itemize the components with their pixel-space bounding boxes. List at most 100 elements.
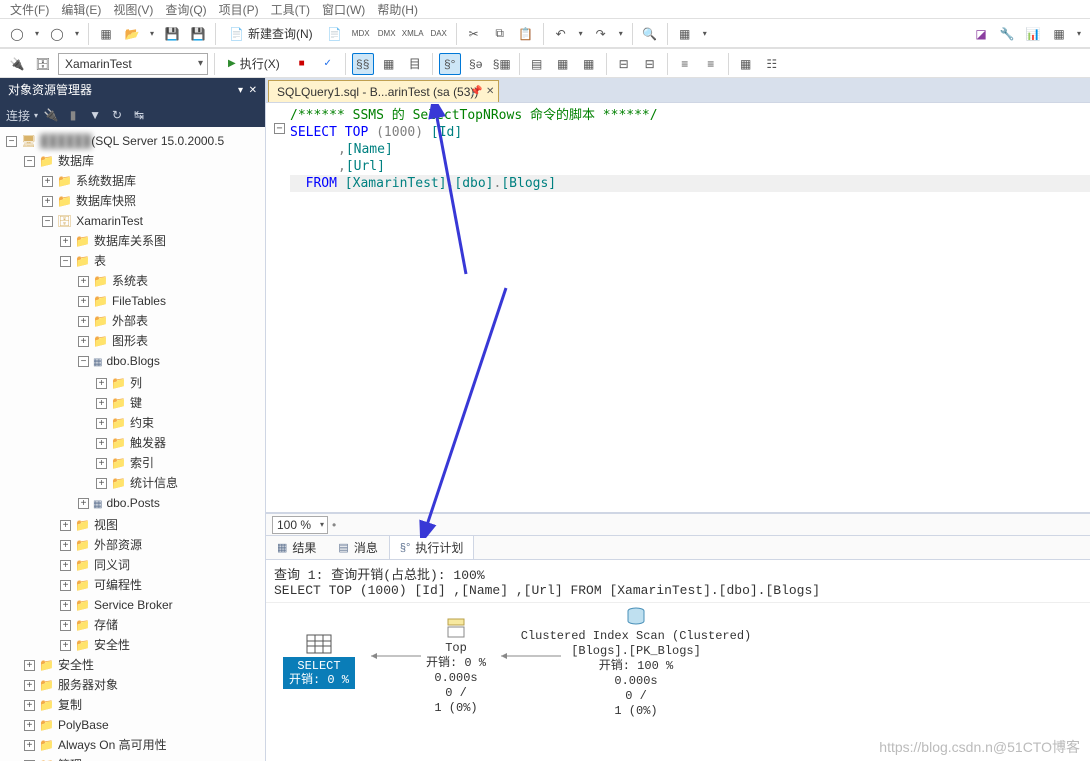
display-estimated-plan-button[interactable]: §§ <box>352 53 374 75</box>
plan-node-scan[interactable]: Clustered Index Scan (Clustered) [Blogs]… <box>506 605 766 719</box>
tree-stats[interactable]: 统计信息 <box>130 476 178 490</box>
parse-button[interactable]: ✓ <box>317 53 339 75</box>
connect-button[interactable]: 连接 <box>6 107 30 124</box>
dax-button[interactable]: DAX <box>428 23 450 45</box>
expander[interactable]: + <box>42 196 53 207</box>
expander[interactable]: + <box>78 336 89 347</box>
expander[interactable]: + <box>24 720 35 731</box>
tree-alwayson[interactable]: Always On 高可用性 <box>58 738 167 752</box>
tree-replication[interactable]: 复制 <box>58 698 82 712</box>
expander[interactable]: + <box>78 316 89 327</box>
expander[interactable]: + <box>24 680 35 691</box>
save-all-button[interactable]: 💾 <box>187 23 209 45</box>
server-label[interactable]: (SQL Server 15.0.2000.5 <box>91 134 224 148</box>
expander[interactable]: + <box>96 458 107 469</box>
undo-button[interactable]: ↶ <box>550 23 572 45</box>
database-combo[interactable]: XamarinTest <box>58 53 208 75</box>
expander[interactable]: + <box>24 700 35 711</box>
panel-menu-icon[interactable]: ▾ ✕ <box>238 78 257 103</box>
new-query-button[interactable]: 📄 新建查询(N) <box>222 23 320 45</box>
expander[interactable]: + <box>60 640 71 651</box>
menu-project[interactable]: 项目(P) <box>219 1 259 18</box>
include-live-stats-button[interactable]: §ə <box>465 53 487 75</box>
plan-node-top[interactable]: Top 开销: 0 % 0.000s 0 / 1 (0%) <box>416 617 496 716</box>
settings-button[interactable]: 🔧 <box>996 23 1018 45</box>
tab-messages[interactable]: ▤消息 <box>327 535 388 559</box>
menu-edit[interactable]: 编辑(E) <box>61 1 101 18</box>
tree-triggers[interactable]: 触发器 <box>130 436 166 450</box>
plan-node-select[interactable]: SELECT 开销: 0 % <box>274 633 364 689</box>
tree-external[interactable]: 外部表 <box>112 314 148 328</box>
change-connection-button[interactable]: 🔌 <box>6 53 28 75</box>
paste-button[interactable]: 📋 <box>515 23 537 45</box>
tree-databases[interactable]: 数据库 <box>58 154 94 168</box>
tree-constraints[interactable]: 约束 <box>130 416 154 430</box>
tab-results[interactable]: ▦结果 <box>266 535 327 559</box>
include-client-stats-button[interactable]: §▦ <box>491 53 513 75</box>
xmla-button[interactable]: XMLA <box>402 23 424 45</box>
expander[interactable]: − <box>78 356 89 367</box>
sql-editor[interactable]: − /****** SSMS 的 SelectTopNRows 命令的脚本 **… <box>266 103 1090 513</box>
split-icon[interactable]: • <box>332 518 336 532</box>
uncomment-lines-button[interactable]: ⊟ <box>639 53 661 75</box>
expander[interactable]: + <box>78 276 89 287</box>
menu-view[interactable]: 视图(V) <box>113 1 153 18</box>
dropdown-arrow[interactable]: ▾ <box>700 29 710 38</box>
expander[interactable]: + <box>78 296 89 307</box>
query-options-button[interactable]: ▦ <box>378 53 400 75</box>
include-actual-plan-button[interactable]: §° <box>439 53 461 75</box>
expander[interactable]: + <box>60 540 71 551</box>
increase-indent-button[interactable]: ≡ <box>700 53 722 75</box>
tree-storage[interactable]: 存储 <box>94 618 118 632</box>
dropdown-arrow[interactable]: ▾ <box>32 29 42 38</box>
expander[interactable]: + <box>42 176 53 187</box>
registered-servers-button[interactable]: ▦ <box>1048 23 1070 45</box>
execute-button[interactable]: ▶ 执行(X) <box>221 53 287 75</box>
tree-filetables[interactable]: FileTables <box>112 294 166 308</box>
filter-button[interactable]: ▼ <box>86 106 104 124</box>
expander[interactable]: − <box>6 136 17 147</box>
expander[interactable]: + <box>60 580 71 591</box>
tree-views[interactable]: 视图 <box>94 518 118 532</box>
copy-button[interactable]: ⧉ <box>489 23 511 45</box>
tree-servicebroker[interactable]: Service Broker <box>94 598 173 612</box>
expander[interactable]: − <box>42 216 53 227</box>
menu-help[interactable]: 帮助(H) <box>377 1 418 18</box>
close-icon[interactable]: ✕ <box>486 86 494 97</box>
dropdown-arrow[interactable]: ▾ <box>147 29 157 38</box>
comment-button[interactable]: ▦ <box>674 23 696 45</box>
xquery-button[interactable]: 📄 <box>324 23 346 45</box>
nav-back-button[interactable]: ◯ <box>6 23 28 45</box>
tree-prog[interactable]: 可编程性 <box>94 578 142 592</box>
object-explorer-tree[interactable]: −🖥██████(SQL Server 15.0.2000.5 −📁数据库 +📁… <box>0 127 265 761</box>
expander[interactable]: − <box>60 256 71 267</box>
expander[interactable]: + <box>96 378 107 389</box>
tree-diagrams[interactable]: 数据库关系图 <box>94 234 166 248</box>
tree-xamarintest[interactable]: XamarinTest <box>76 214 143 228</box>
dmx-button[interactable]: DMX <box>376 23 398 45</box>
tree-indexes[interactable]: 索引 <box>130 456 154 470</box>
expander[interactable]: + <box>24 760 35 761</box>
activity-monitor-button[interactable]: 📊 <box>1022 23 1044 45</box>
extensions-button[interactable]: ◪ <box>970 23 992 45</box>
expander[interactable]: + <box>24 660 35 671</box>
expander[interactable]: + <box>96 438 107 449</box>
dropdown-arrow[interactable]: ▾ <box>576 29 586 38</box>
expander[interactable]: + <box>96 398 107 409</box>
expander[interactable]: − <box>24 156 35 167</box>
nav-forward-button[interactable]: ◯ <box>46 23 68 45</box>
stop-button[interactable]: ▮ <box>64 106 82 124</box>
intellisense-button[interactable]: 目 <box>404 53 426 75</box>
tab-execution-plan[interactable]: §°执行计划 <box>389 535 475 559</box>
dropdown-arrow[interactable]: ▾ <box>616 29 626 38</box>
tree-graph[interactable]: 图形表 <box>112 334 148 348</box>
tree-keys[interactable]: 键 <box>130 396 142 410</box>
comment-lines-button[interactable]: ⊟ <box>613 53 635 75</box>
menu-tools[interactable]: 工具(T) <box>271 1 310 18</box>
tree-posts[interactable]: dbo.Posts <box>106 496 159 510</box>
tree-management[interactable]: 管理 <box>58 758 82 761</box>
tree-sysdb[interactable]: 系统数据库 <box>76 174 136 188</box>
tree-snapshots[interactable]: 数据库快照 <box>76 194 136 208</box>
dropdown-arrow[interactable]: ▾ <box>72 29 82 38</box>
tree-polybase[interactable]: PolyBase <box>58 718 109 732</box>
